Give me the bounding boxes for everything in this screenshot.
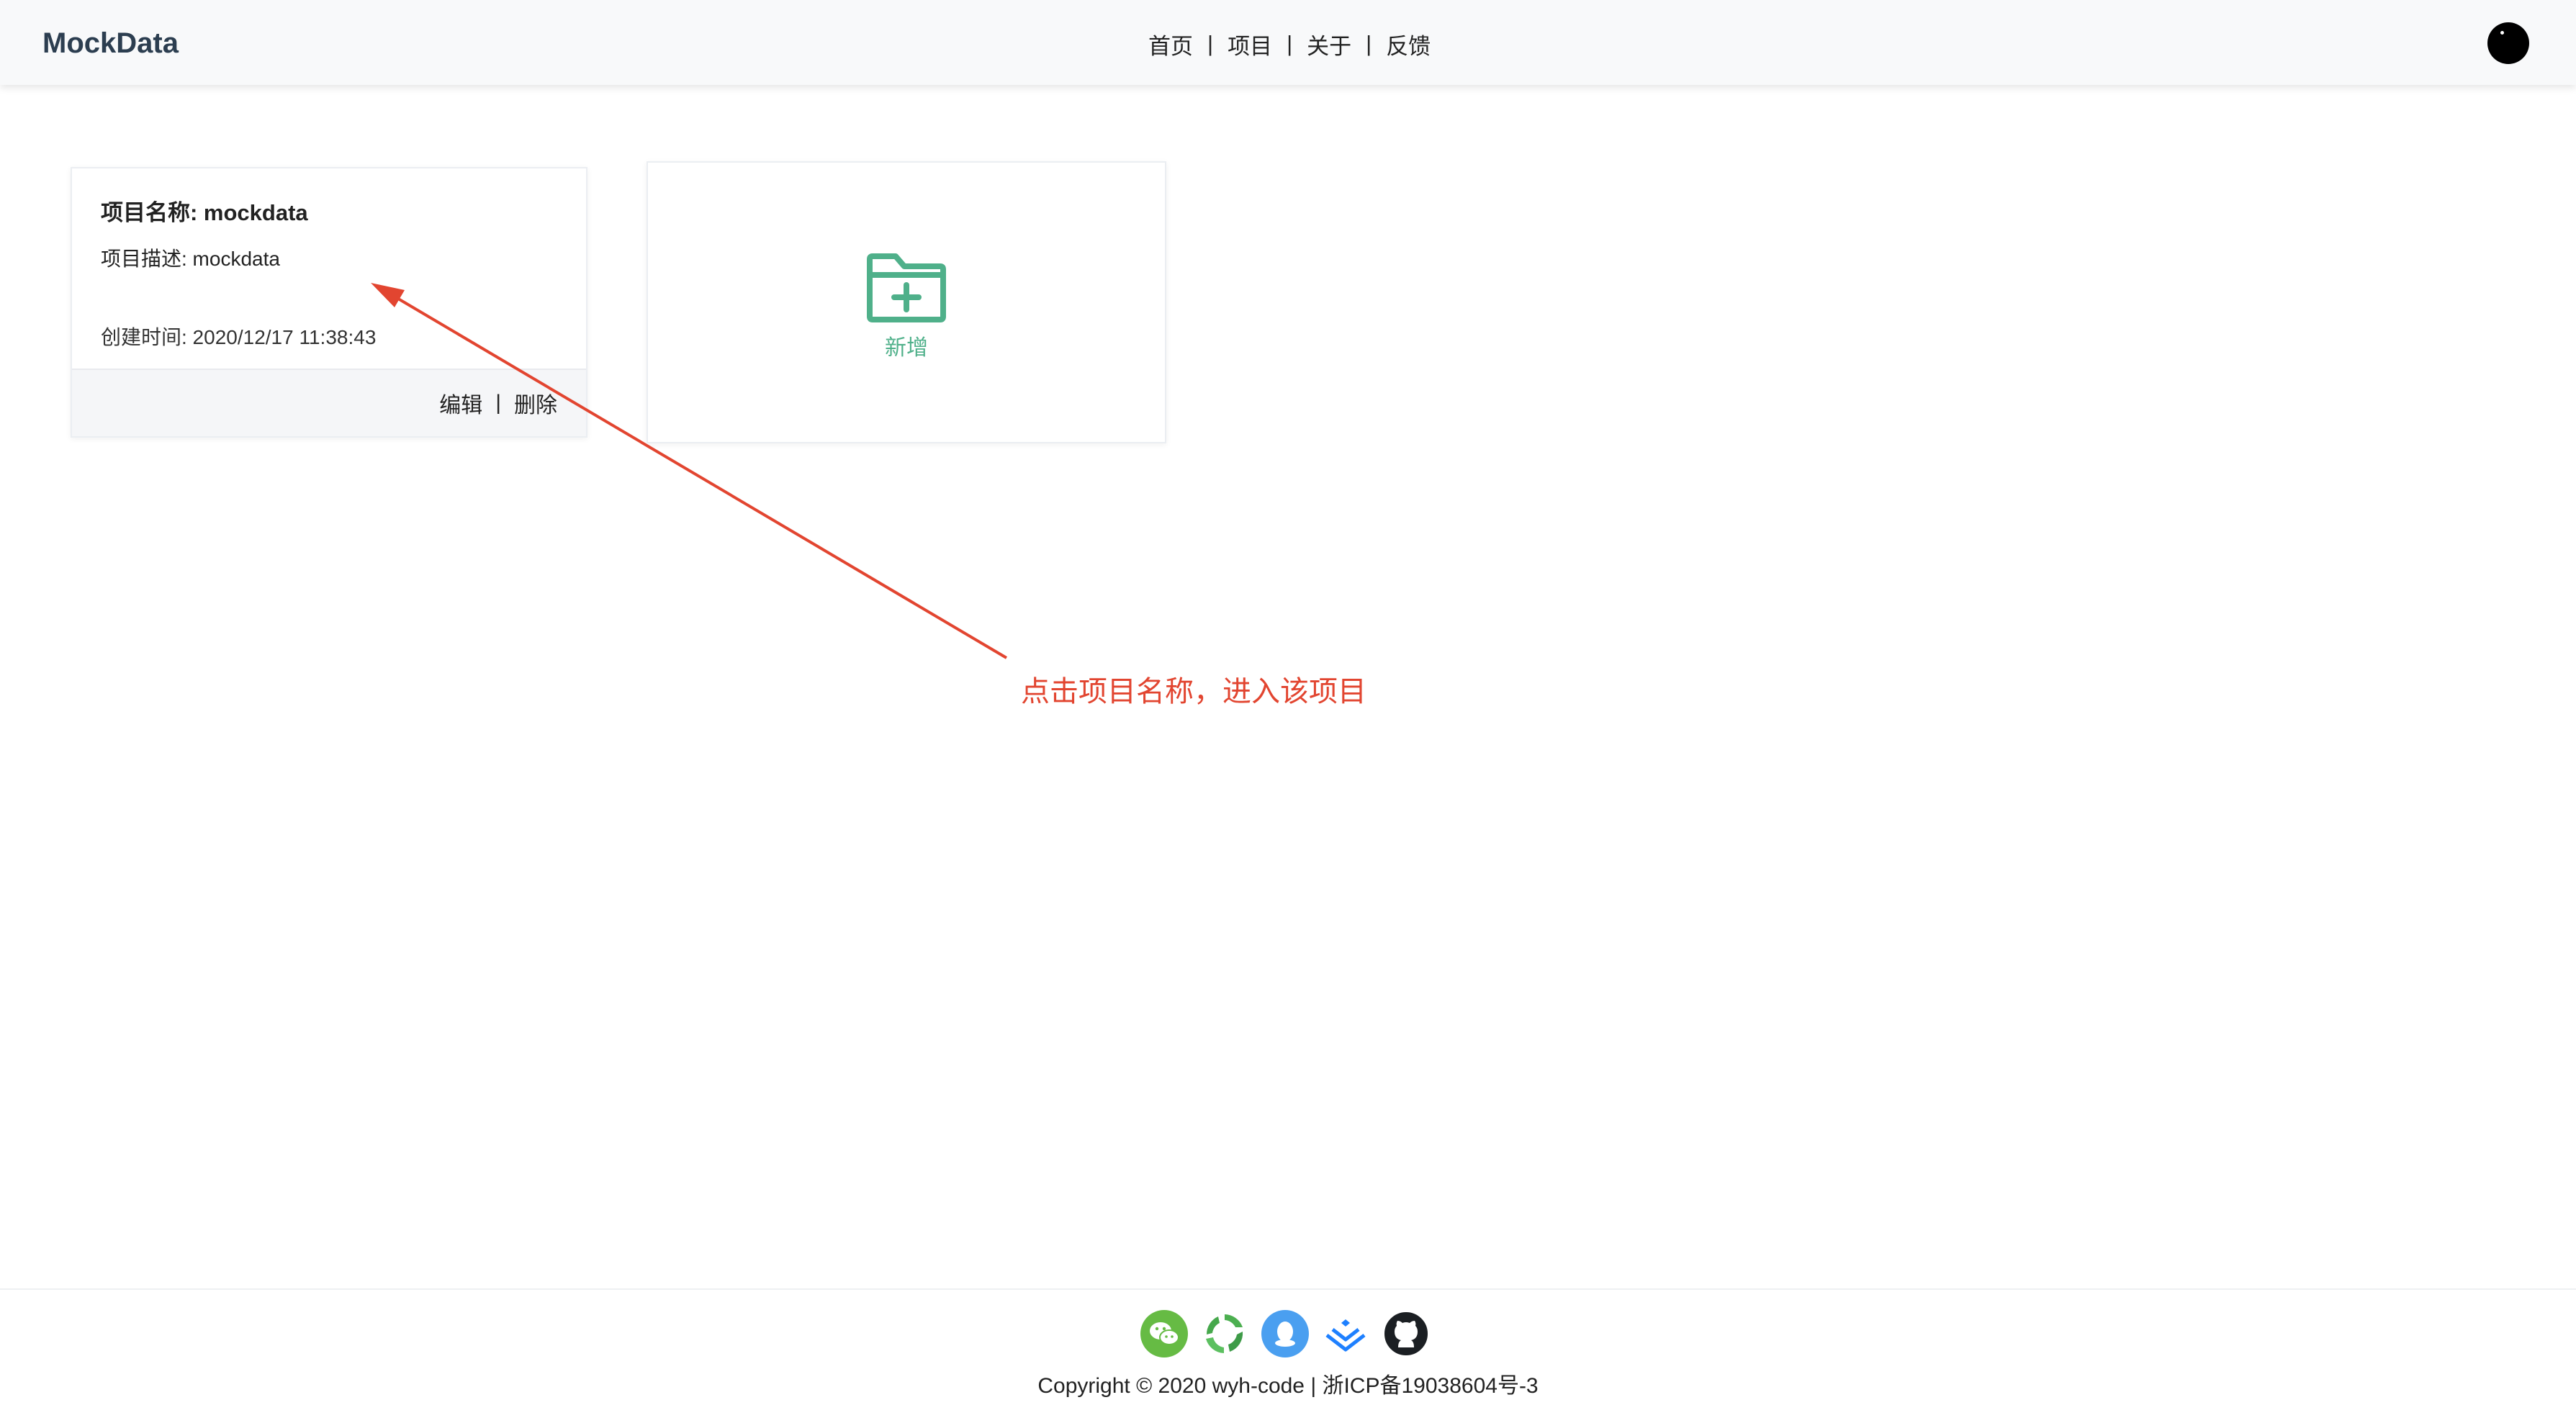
- main-nav: 首页 | 项目 | 关于 | 反馈: [1148, 27, 1431, 60]
- nav-separator: |: [1366, 31, 1372, 56]
- wechat-icon[interactable]: [1140, 1310, 1188, 1357]
- project-card-footer: 编辑 | 删除: [72, 369, 586, 436]
- action-separator: |: [495, 391, 501, 415]
- project-card-actions: 编辑 | 删除: [439, 387, 557, 419]
- nav-separator: |: [1287, 31, 1293, 56]
- nav-home[interactable]: 首页: [1148, 28, 1193, 60]
- nav-about[interactable]: 关于: [1307, 28, 1351, 60]
- copyright-text: Copyright © 2020 wyh-code | 浙ICP备1903860…: [1037, 1374, 1539, 1398]
- github-icon[interactable]: [1382, 1310, 1430, 1357]
- project-card: 项目名称: mockdata 项目描述: mockdata 创建时间: 2020…: [71, 167, 587, 438]
- add-project-card[interactable]: 新增: [647, 161, 1166, 443]
- page-footer: Copyright © 2020 wyh-code | 浙ICP备1903860…: [0, 1288, 2576, 1405]
- nav-separator: |: [1207, 31, 1214, 56]
- project-title[interactable]: 项目名称: mockdata: [101, 194, 308, 227]
- folder-plus-icon: [867, 253, 946, 322]
- user-avatar[interactable]: [2487, 22, 2529, 64]
- nav-feedback[interactable]: 反馈: [1386, 28, 1431, 60]
- nav-projects[interactable]: 项目: [1228, 28, 1272, 60]
- brand-logo[interactable]: MockData: [42, 26, 179, 60]
- add-project-label: 新增: [885, 336, 928, 360]
- juejin-icon[interactable]: [1322, 1310, 1369, 1357]
- project-description: 项目描述: mockdata: [101, 248, 280, 270]
- recycle-icon[interactable]: [1201, 1310, 1248, 1357]
- project-created-time: 创建时间: 2020/12/17 11:38:43: [101, 326, 377, 348]
- delete-button[interactable]: 删除: [514, 387, 557, 419]
- annotation-text: 点击项目名称，进入该项目: [1021, 676, 1366, 708]
- top-navbar: MockData 首页 | 项目 | 关于 | 反馈: [0, 0, 2576, 85]
- qq-icon[interactable]: [1261, 1310, 1309, 1357]
- edit-button[interactable]: 编辑: [439, 387, 482, 419]
- social-links: [1140, 1310, 1430, 1357]
